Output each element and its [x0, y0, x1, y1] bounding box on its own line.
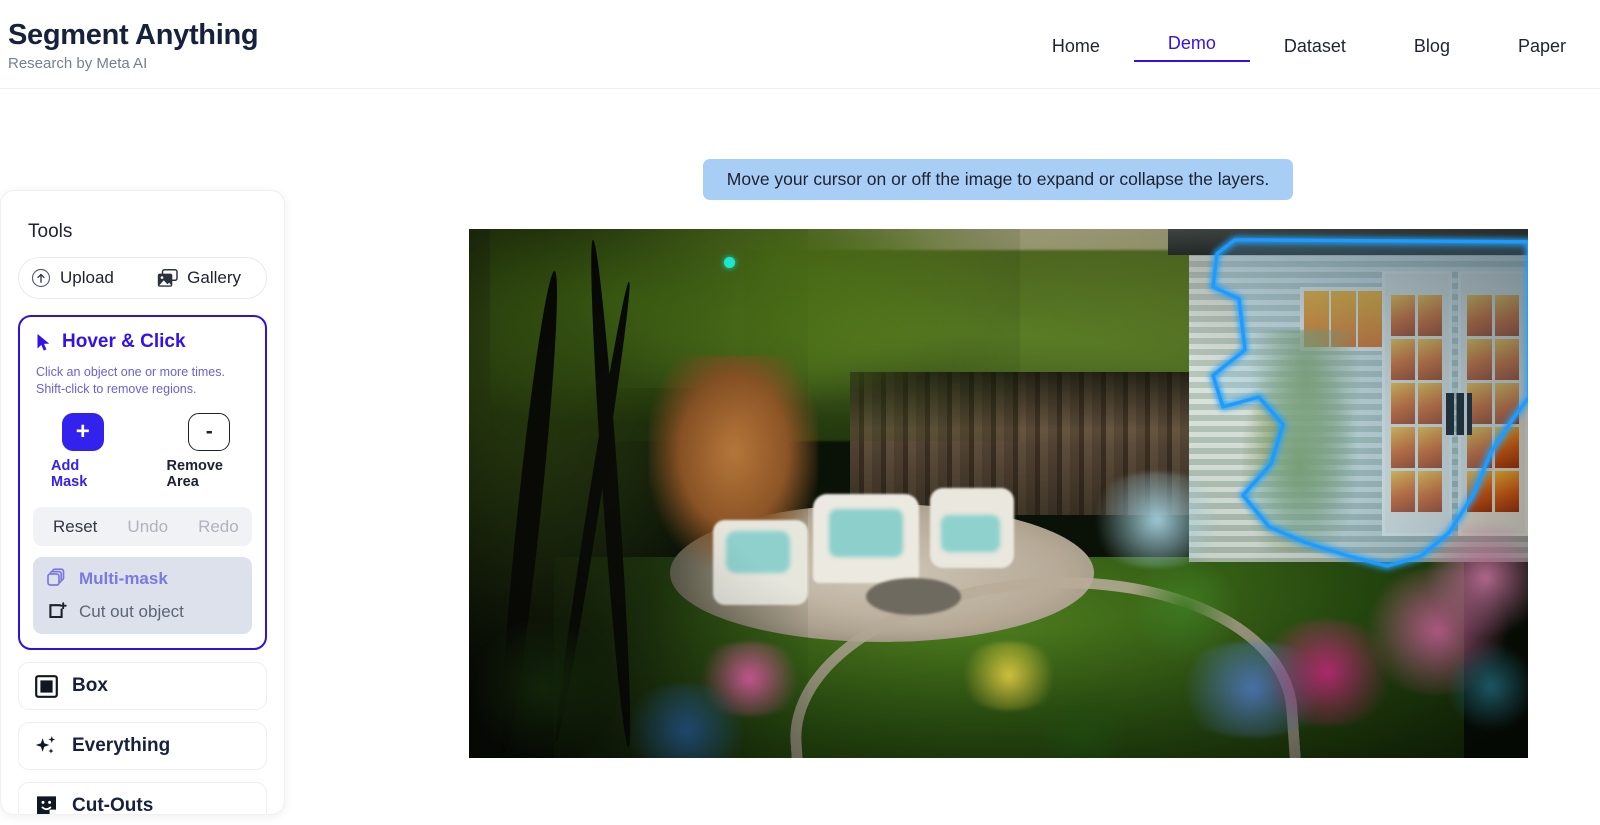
hover-and-click-label: Hover & Click: [62, 331, 186, 352]
minus-icon: -: [188, 413, 231, 451]
upload-arrow-icon: [31, 268, 51, 288]
add-mask-label: Add Mask: [51, 458, 88, 490]
upload-button[interactable]: Upload: [31, 268, 114, 288]
sparkles-icon: [35, 735, 58, 758]
hover-and-click-title: Hover & Click: [36, 331, 252, 353]
undo-button[interactable]: Undo: [127, 517, 168, 537]
hover-and-click-panel[interactable]: Hover & Click Click an object one or mor…: [18, 315, 267, 650]
site-header: Segment Anything Research by Meta AI Hom…: [0, 0, 1600, 89]
redo-button[interactable]: Redo: [198, 517, 239, 537]
add-mask-button[interactable]: + Add Mask: [51, 413, 115, 490]
page-subtitle: Research by Meta AI: [8, 55, 148, 72]
page-title: Segment Anything: [8, 19, 259, 51]
gallery-images-icon: [157, 268, 178, 288]
cut-out-object-button[interactable]: Cut out object: [47, 602, 238, 622]
cut-out-icon: [47, 602, 68, 622]
multi-mask-button[interactable]: Multi-mask: [47, 568, 238, 589]
help-line-1: Click an object one or more times.: [36, 365, 225, 379]
sticker-face-icon: [35, 795, 58, 814]
tool-item-cut-outs[interactable]: Cut-Outs: [18, 782, 267, 815]
nav-item-blog[interactable]: Blog: [1380, 33, 1484, 60]
multi-mask-label: Multi-mask: [79, 568, 168, 588]
layers-hint-tooltip: Move your cursor on or off the image to …: [703, 159, 1293, 200]
click-point-marker[interactable]: [724, 257, 735, 268]
tool-item-box[interactable]: Box: [18, 662, 267, 710]
tool-item-everything-label: Everything: [72, 735, 171, 756]
nav-item-dataset[interactable]: Dataset: [1250, 33, 1380, 60]
upload-gallery-row: Upload Gallery: [18, 257, 267, 299]
gallery-label: Gallery: [187, 268, 241, 287]
nav-item-home[interactable]: Home: [1018, 33, 1134, 60]
cursor-arrow-icon: [36, 333, 52, 352]
history-controls: Reset Undo Redo: [33, 507, 252, 546]
nav-item-paper[interactable]: Paper: [1484, 33, 1600, 60]
tool-item-cut-outs-label: Cut-Outs: [72, 795, 154, 815]
main-nav: Home Demo Dataset Blog Paper: [1018, 30, 1600, 62]
nav-item-demo[interactable]: Demo: [1133, 30, 1250, 62]
mask-actions: + Add Mask - Remove Area: [51, 413, 252, 490]
tools-heading: Tools: [28, 221, 73, 242]
remove-area-label: Remove Area: [166, 458, 223, 490]
multi-mask-group: Multi-mask Cut out object: [33, 557, 252, 634]
layers-stack-icon: [47, 568, 68, 589]
plus-icon: +: [61, 413, 104, 451]
cut-out-object-label: Cut out object: [79, 602, 184, 621]
help-line-2: Shift-click to remove regions.: [36, 382, 197, 396]
segmentation-canvas[interactable]: [469, 229, 1528, 758]
gallery-button[interactable]: Gallery: [157, 268, 241, 288]
box-select-icon: [35, 674, 58, 698]
reset-button[interactable]: Reset: [53, 517, 97, 537]
remove-area-button[interactable]: - Remove Area: [167, 413, 252, 490]
brand: Segment Anything Research by Meta AI: [8, 18, 259, 74]
upload-label: Upload: [60, 268, 114, 287]
tool-item-everything[interactable]: Everything: [18, 722, 267, 770]
tools-panel: Tools Upload Gallery Hover & Click Click…: [0, 190, 285, 815]
hover-and-click-help: Click an object one or more times. Shift…: [36, 364, 252, 398]
garden-scene-image: [469, 229, 1528, 758]
tool-item-box-label: Box: [72, 675, 108, 696]
